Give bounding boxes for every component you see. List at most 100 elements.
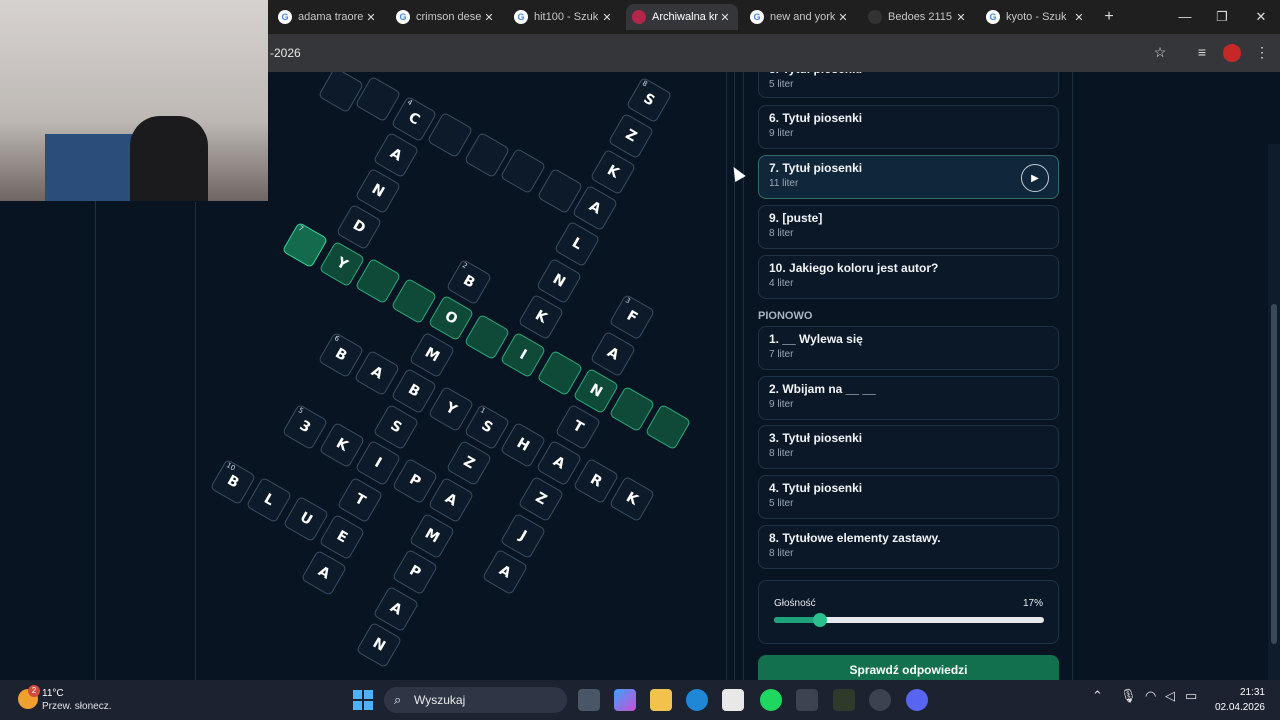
store-icon[interactable] [722, 689, 744, 711]
clue-title: 7. Tytuł piosenki [769, 161, 863, 175]
bookmark-star-icon[interactable]: ☆ [1150, 44, 1170, 62]
browser-tab[interactable]: Gcrimson dese ✕ [390, 4, 502, 30]
clock-time[interactable]: 21:31 [1215, 687, 1265, 698]
clue-vertical-4[interactable]: 4. Tytuł piosenki 5 liter [758, 475, 1059, 519]
close-tab-icon[interactable]: ✕ [364, 11, 378, 24]
clue-length: 9 liter [769, 128, 794, 139]
cell-letter: M [421, 525, 443, 547]
browser-tab[interactable]: Gkyoto - Szuk ✕ [980, 4, 1092, 30]
close-tab-icon[interactable]: ✕ [600, 11, 614, 24]
play-icon: ▶ [1031, 172, 1039, 184]
weather-temperature[interactable]: 11°C [42, 688, 64, 699]
cell-letter: P [406, 471, 424, 491]
close-tab-icon[interactable]: ✕ [836, 11, 850, 24]
site-icon [868, 10, 882, 24]
wifi-icon[interactable]: ◠ [1145, 688, 1156, 704]
app-icon[interactable] [833, 689, 855, 711]
clue-length: 4 liter [769, 278, 794, 289]
profile-avatar[interactable] [1223, 44, 1241, 62]
divider [726, 72, 727, 680]
clue-vertical-8[interactable]: 8. Tytułowe elementy zastawy. 8 liter [758, 525, 1059, 569]
google-icon: G [278, 10, 292, 24]
clock-date[interactable]: 02.04.2026 [1205, 702, 1265, 713]
cell-letter: N [368, 181, 388, 201]
spotify-icon[interactable] [760, 689, 782, 711]
clue-length: 11 liter [769, 178, 799, 189]
close-tab-icon[interactable]: ✕ [954, 11, 968, 24]
search-label: Wyszukaj [414, 693, 466, 707]
close-window-icon[interactable]: ✕ [1251, 8, 1271, 26]
restore-icon[interactable]: ❐ [1212, 8, 1232, 26]
cell-letter: B [224, 472, 242, 492]
clue-vertical-3[interactable]: 3. Tytuł piosenki 8 liter [758, 425, 1059, 469]
clue-horizontal-9[interactable]: 9. [puste] 8 liter [758, 205, 1059, 249]
volume-icon[interactable]: ◁ [1165, 688, 1175, 704]
discord-icon[interactable] [906, 689, 928, 711]
volume-value: 17% [1022, 598, 1043, 609]
cell-letter: A [368, 363, 386, 383]
steam-icon[interactable] [869, 689, 891, 711]
browser-tab[interactable]: Ghit100 - Szuk ✕ [508, 4, 620, 30]
taskbar [0, 680, 1280, 720]
cell-letter: A [387, 145, 405, 165]
battery-icon[interactable]: ▭ [1185, 688, 1197, 704]
taskbar-search[interactable]: ⌕ Wyszukaj [384, 687, 567, 713]
clue-horizontal-10[interactable]: 10. Jakiego koloru jest autor? 4 liter [758, 255, 1059, 299]
cell-letter: A [315, 563, 333, 583]
tab-title: Bedoes 2115 [888, 11, 953, 23]
cell-number: 1 [478, 406, 487, 416]
clue-horizontal-7[interactable]: 7. Tytuł piosenki 11 liter ▶ [758, 155, 1059, 199]
browser-tab[interactable]: Bedoes 2115 ✕ [862, 4, 974, 30]
cell-letter: Y [442, 399, 460, 419]
chevron-up-icon[interactable]: ⌃ [1092, 688, 1103, 704]
scrollbar-thumb[interactable] [1271, 304, 1277, 644]
cell-letter: N [549, 271, 569, 291]
menu-icon[interactable]: ⋮ [1252, 44, 1272, 62]
cell-number: 5 [296, 406, 305, 416]
clue-vertical-2[interactable]: 2. Wbijam na __ __ 9 liter [758, 376, 1059, 420]
task-view-icon[interactable] [578, 689, 600, 711]
cell-letter: K [604, 162, 622, 182]
browser-tab-active[interactable]: Archiwalna kr ✕ [626, 4, 738, 30]
clue-title: 10. Jakiego koloru jest autor? [769, 261, 939, 275]
scrollbar[interactable] [1268, 144, 1280, 680]
weather-description[interactable]: Przew. słonecz. [42, 701, 111, 712]
browser-tab[interactable]: Gnew and york ✕ [744, 4, 856, 30]
close-tab-icon[interactable]: ✕ [1072, 11, 1086, 24]
cell-letter: A [550, 453, 568, 473]
cell-number: 3 [623, 296, 632, 306]
file-explorer-icon[interactable] [650, 689, 672, 711]
volume-thumb[interactable] [812, 613, 827, 627]
minimize-icon[interactable]: — [1175, 8, 1195, 26]
check-answers-button[interactable]: Sprawdź odpowiedzi [758, 655, 1059, 680]
cell-letter: S [478, 417, 496, 437]
tab-title: kyoto - Szuk [1006, 11, 1067, 23]
clue-length: 5 liter [769, 498, 794, 509]
google-icon: G [396, 10, 410, 24]
chrome-icon[interactable] [796, 689, 818, 711]
divider [195, 202, 196, 680]
microphone-icon[interactable]: 🎙 [1120, 688, 1137, 704]
play-button[interactable]: ▶ [1021, 164, 1049, 192]
copilot-icon[interactable] [614, 689, 636, 711]
weather-badge: 2 [28, 685, 40, 697]
close-tab-icon[interactable]: ✕ [718, 11, 732, 24]
media-control-icon[interactable]: ≡ [1192, 44, 1212, 62]
new-tab-icon[interactable]: + [1100, 8, 1118, 26]
volume-label: Głośność [774, 598, 816, 609]
cell-letter: B [332, 345, 350, 365]
cell-letter: M [421, 344, 443, 366]
url-text[interactable]: -2026 [270, 46, 301, 60]
clue-vertical-1[interactable]: 1. __ Wylewa się 7 liter [758, 326, 1059, 370]
cell-letter: U [297, 509, 315, 529]
volume-slider[interactable] [774, 613, 1044, 627]
cell-number: 6 [332, 334, 341, 344]
cell-letter: 3 [296, 417, 314, 437]
browser-tab[interactable]: Gadama traore ✕ [272, 4, 384, 30]
close-tab-icon[interactable]: ✕ [482, 11, 496, 24]
clue-horizontal-6[interactable]: 6. Tytuł piosenki 9 liter [758, 105, 1059, 149]
edge-icon[interactable] [686, 689, 708, 711]
windows-start-icon[interactable] [353, 690, 373, 710]
cell-letter: K [623, 489, 641, 509]
tab-title: adama traore [298, 11, 364, 23]
